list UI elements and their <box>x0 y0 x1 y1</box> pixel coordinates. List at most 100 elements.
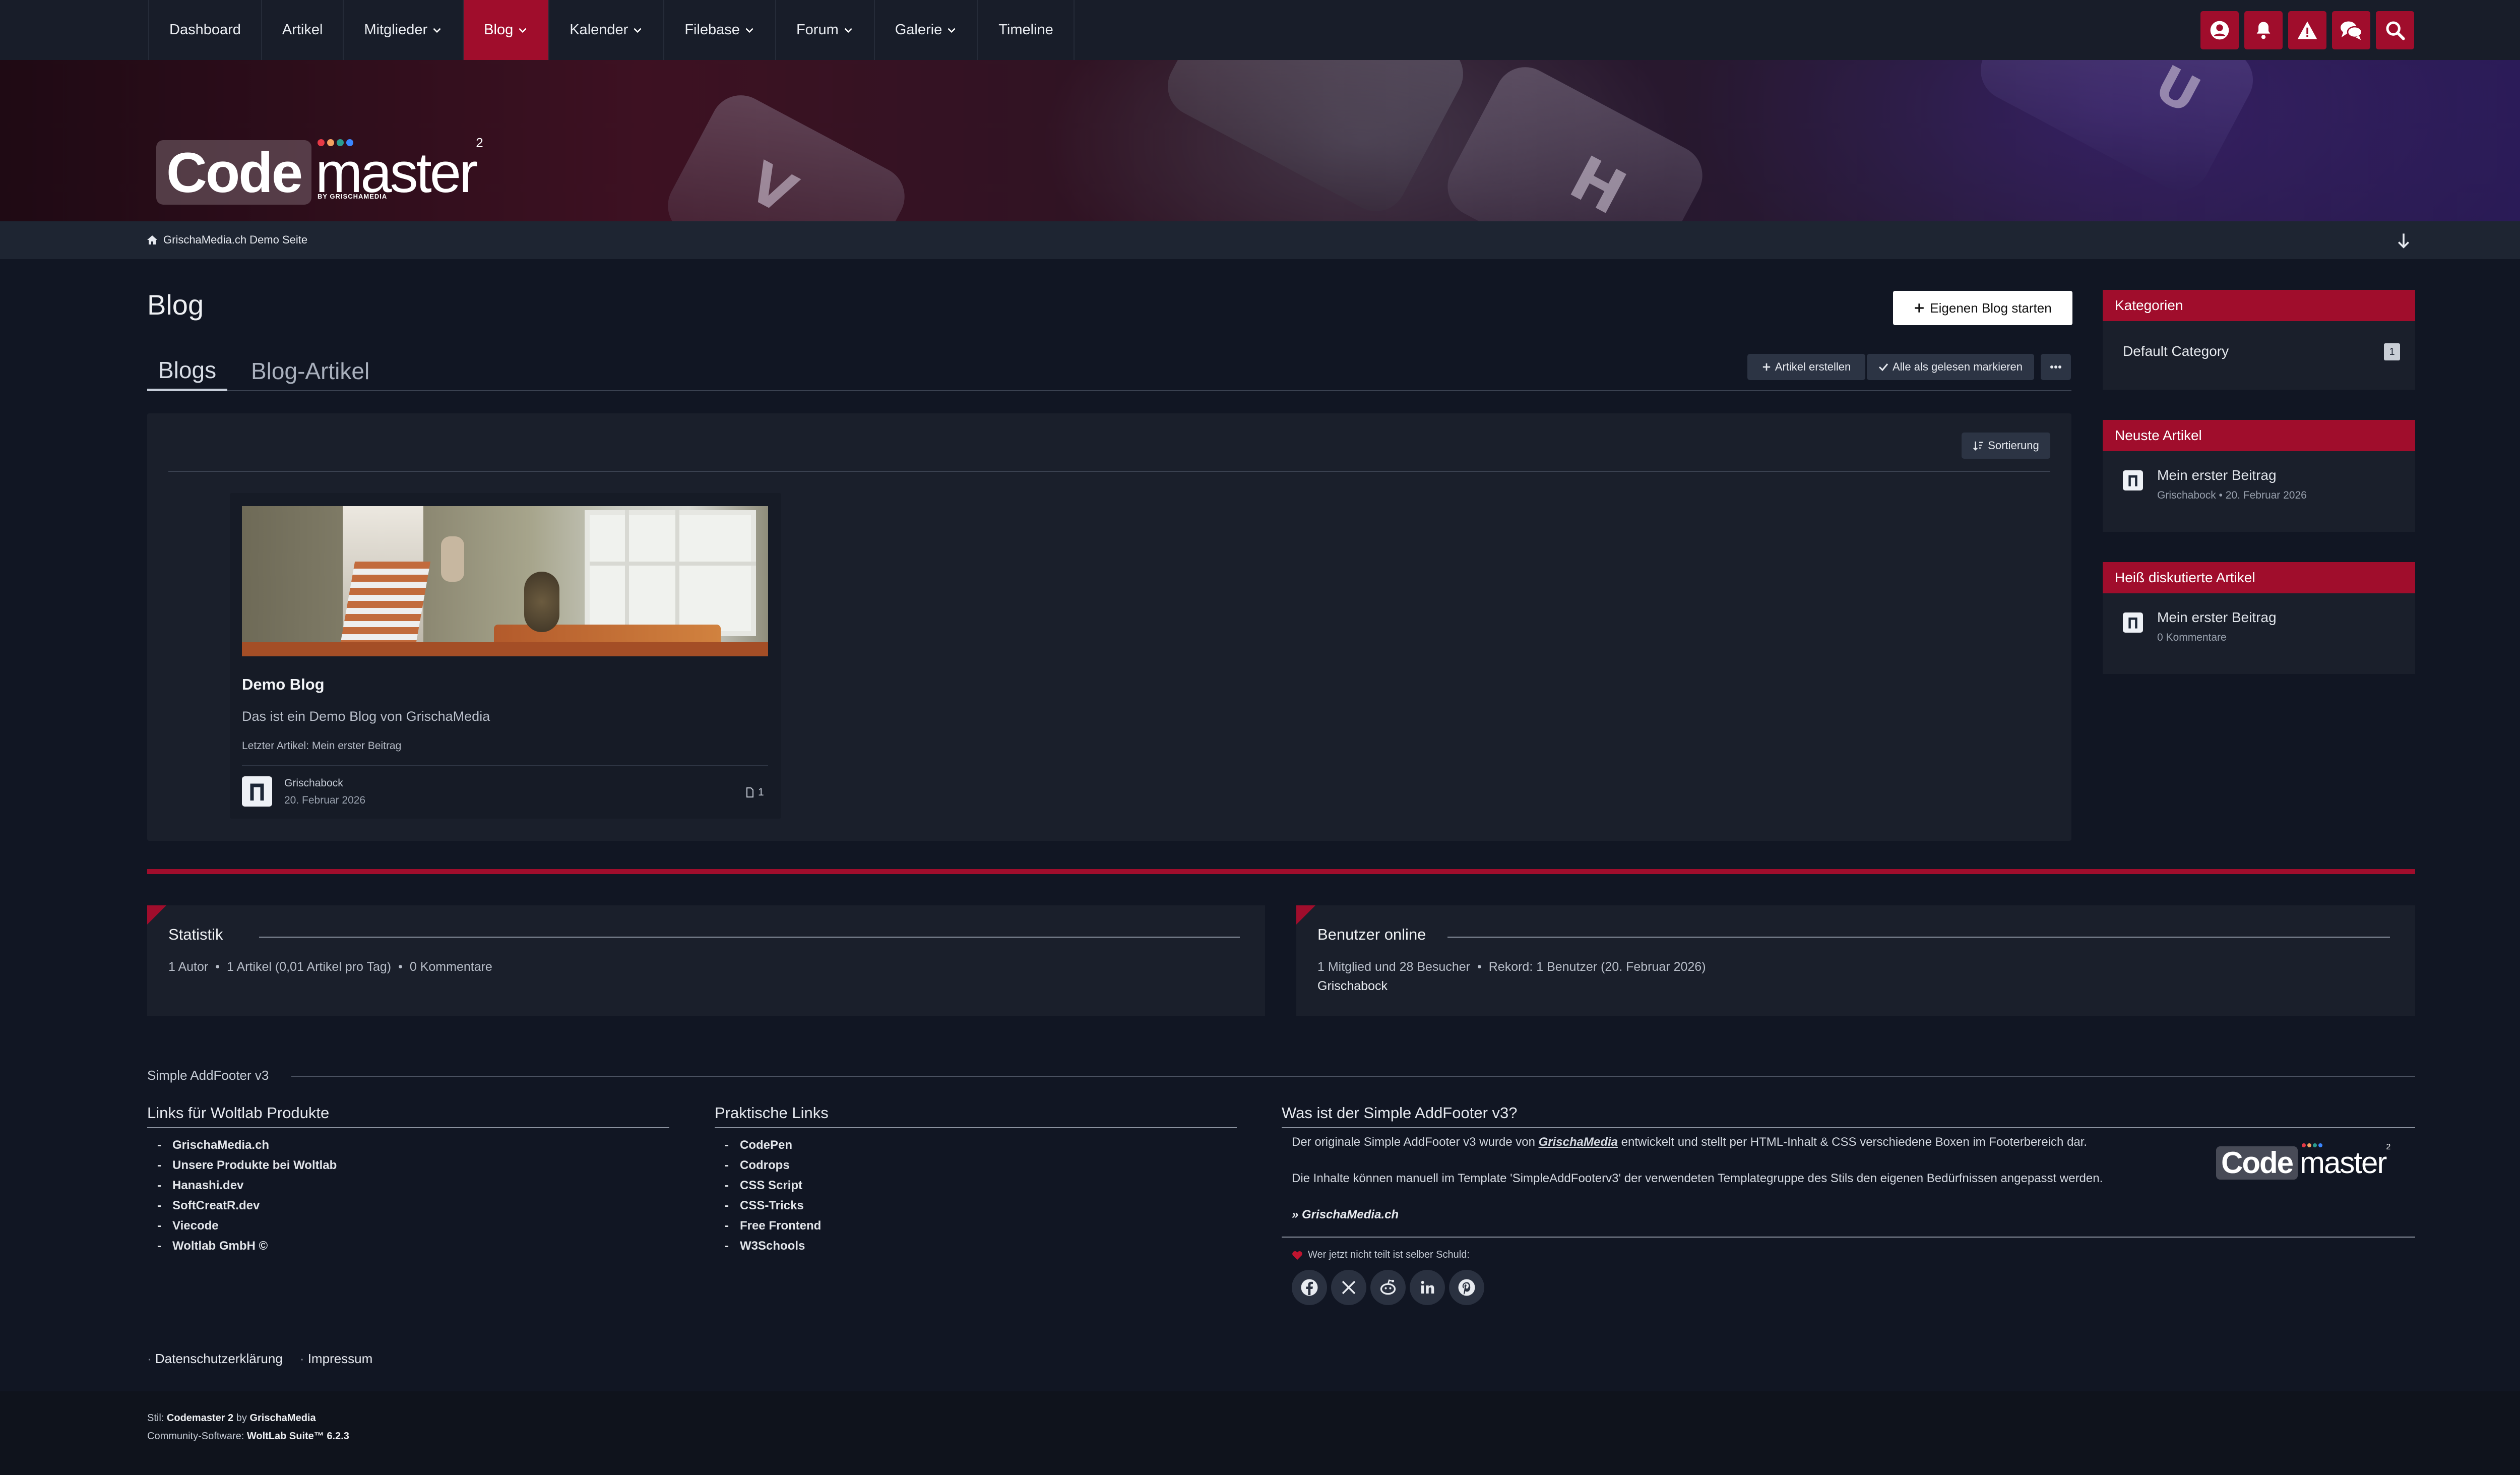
moderation-button[interactable] <box>2288 11 2326 49</box>
footer-link-label: Viecode <box>172 1219 219 1233</box>
footer-link[interactable]: - CSS-Tricks <box>725 1196 1237 1216</box>
footer-col-woltlab: Links für Woltlab Produkte - GrischaMedia… <box>147 1104 669 1256</box>
breadcrumb-home-link[interactable]: GrischaMedia.ch Demo Seite <box>163 233 307 247</box>
nav-item-timeline[interactable]: Timeline <box>978 0 1075 60</box>
footer-link[interactable]: - Free Frontend <box>725 1216 1237 1236</box>
share-facebook[interactable] <box>1292 1270 1327 1305</box>
footer-link[interactable]: - Codrops <box>725 1155 1237 1176</box>
footer-about-text2: Die Inhalte können manuell im Template '… <box>1292 1172 2103 1185</box>
categories-body: Default Category 1 <box>2103 321 2415 390</box>
online-user[interactable]: Grischabock <box>1317 979 1388 994</box>
footer-link[interactable]: - SoftCreatR.dev <box>157 1196 669 1216</box>
hot-article-title[interactable]: Mein erster Beitrag <box>2157 609 2277 626</box>
divider <box>1447 937 2390 938</box>
hot-title: Heiß diskutierte Artikel <box>2103 562 2415 593</box>
footer-link[interactable]: - W3Schools <box>725 1236 1237 1256</box>
blog-last-article[interactable]: Letzter Artikel: Mein erster Beitrag <box>242 740 401 752</box>
avatar[interactable] <box>2123 470 2143 490</box>
mark-all-read-button[interactable]: Alle als gelesen markieren <box>1867 354 2034 380</box>
divider <box>242 765 768 766</box>
footer-title: Simple AddFooter v3 <box>147 1068 269 1083</box>
privacy-link[interactable]: · Datenschutzerklärung <box>147 1351 283 1367</box>
footer-link[interactable]: - Unsere Produkte bei Woltlab <box>157 1155 669 1176</box>
create-article-button[interactable]: Artikel erstellen <box>1747 354 1865 380</box>
footer-link-label: CSS Script <box>740 1179 803 1192</box>
arrow-down-icon[interactable] <box>2396 232 2411 250</box>
check-icon <box>1878 363 1888 372</box>
nav-item-mitglieder[interactable]: Mitglieder <box>344 0 464 60</box>
style-name-link[interactable]: Codemaster 2 <box>167 1412 233 1424</box>
nav-item-forum[interactable]: Forum <box>776 0 875 60</box>
facebook-icon <box>1301 1279 1318 1296</box>
notifications-button[interactable] <box>2244 11 2283 49</box>
category-count: 1 <box>2384 343 2400 360</box>
nav-item-galerie[interactable]: Galerie <box>875 0 979 60</box>
header-banner: V H U Code master2 BY GRISCHAMEDIA <box>0 60 2520 221</box>
imprint-link[interactable]: · Impressum <box>300 1351 372 1367</box>
share-line: Wer jetzt nicht teilt ist selber Schuld: <box>1292 1249 1470 1261</box>
footer-link-label: SoftCreatR.dev <box>172 1199 260 1212</box>
footer-logo: Code master2 <box>2216 1143 2390 1180</box>
breadcrumb[interactable]: GrischaMedia.ch Demo Seite <box>146 233 307 247</box>
stats-articles: 1 Artikel (0,01 Artikel pro Tag) <box>227 960 392 974</box>
stats-box: Statistik 1 Autor • 1 Artikel (0,01 Artik… <box>147 905 1265 1016</box>
site-logo[interactable]: Code master2 BY GRISCHAMEDIA <box>156 110 483 221</box>
chevron-down-icon <box>745 28 753 33</box>
newest-article-title[interactable]: Mein erster Beitrag <box>2157 467 2277 483</box>
search-button[interactable] <box>2376 11 2414 49</box>
footer-link[interactable]: - Hanashi.dev <box>157 1176 669 1196</box>
footer-link-label: Unsere Produkte bei Woltlab <box>172 1158 337 1172</box>
footer-grischamedia-link[interactable]: » GrischaMedia.ch <box>1292 1208 1399 1222</box>
logo-bracket-icon <box>2128 618 2137 629</box>
sort-button[interactable]: Sortierung <box>1962 433 2050 459</box>
nav-item-dashboard[interactable]: Dashboard <box>149 0 262 60</box>
nav-item-blog[interactable]: Blog <box>464 0 550 60</box>
footer-col-practical: Praktische Links - CodePen - Codrops - CSS Sc… <box>715 1104 1237 1256</box>
avatar[interactable] <box>2123 612 2143 633</box>
hot-body: Mein erster Beitrag 0 Kommentare <box>2103 593 2415 674</box>
sidebar-newest: Neuste Artikel Mein erster Beitrag Grisc… <box>2103 420 2415 532</box>
avatar[interactable] <box>242 776 272 807</box>
start-blog-button[interactable]: Eigenen Blog starten <box>1893 291 2072 325</box>
conversations-button[interactable] <box>2332 11 2370 49</box>
list-bullet: - <box>725 1179 729 1192</box>
chevron-down-icon <box>634 28 642 33</box>
category-default[interactable]: Default Category <box>2123 343 2229 359</box>
nav-item-artikel[interactable]: Artikel <box>262 0 344 60</box>
chevron-down-icon <box>433 28 441 33</box>
grischamedia-link[interactable]: GrischaMedia <box>1539 1135 1618 1149</box>
footer-link[interactable]: - GrischaMedia.ch <box>157 1135 669 1155</box>
list-bullet: - <box>157 1199 161 1212</box>
more-options-button[interactable] <box>2041 354 2071 380</box>
tab-blogs[interactable]: Blogs <box>147 351 228 391</box>
footer-link-label: CSS-Tricks <box>740 1199 804 1212</box>
footer-link-label: CodePen <box>740 1138 793 1152</box>
tab-blog-articles[interactable]: Blog-Artikel <box>244 351 376 391</box>
footer-col-about: Was ist der Simple AddFooter v3? Der ori… <box>1282 1104 2415 1221</box>
nav-item-label: Filebase <box>684 22 740 38</box>
list-bullet: - <box>725 1219 729 1233</box>
blog-author[interactable]: Grischabock <box>284 777 343 789</box>
share-linkedin[interactable] <box>1410 1270 1445 1305</box>
logo-byline: BY GRISCHAMEDIA <box>318 192 388 200</box>
nav-item-kalender[interactable]: Kalender <box>549 0 665 60</box>
linkedin-icon <box>1421 1280 1434 1294</box>
footer-col3-title: Was ist der Simple AddFooter v3? <box>1282 1104 1518 1122</box>
list-bullet: - <box>725 1199 729 1212</box>
footer-link[interactable]: - Viecode <box>157 1216 669 1236</box>
newest-article-meta: Grischabock • 20. Februar 2026 <box>2157 489 2307 501</box>
share-pinterest[interactable] <box>1449 1270 1484 1305</box>
software-link[interactable]: WoltLab Suite™ 6.2.3 <box>247 1431 349 1442</box>
style-author-link[interactable]: GrischaMedia <box>249 1412 316 1424</box>
share-x[interactable] <box>1331 1270 1366 1305</box>
nav-item-filebase[interactable]: Filebase <box>664 0 776 60</box>
sort-label: Sortierung <box>1988 439 2039 452</box>
user-menu-button[interactable] <box>2200 11 2239 49</box>
corner-accent <box>1296 905 1315 925</box>
blog-card[interactable]: Demo Blog Das ist ein Demo Blog von Gris… <box>230 493 781 819</box>
footer-link[interactable]: - CSS Script <box>725 1176 1237 1196</box>
footer-link[interactable]: - CodePen <box>725 1135 1237 1155</box>
share-reddit[interactable] <box>1370 1270 1406 1305</box>
footer-link[interactable]: - Woltlab GmbH © <box>157 1236 669 1256</box>
blog-title[interactable]: Demo Blog <box>242 675 325 694</box>
